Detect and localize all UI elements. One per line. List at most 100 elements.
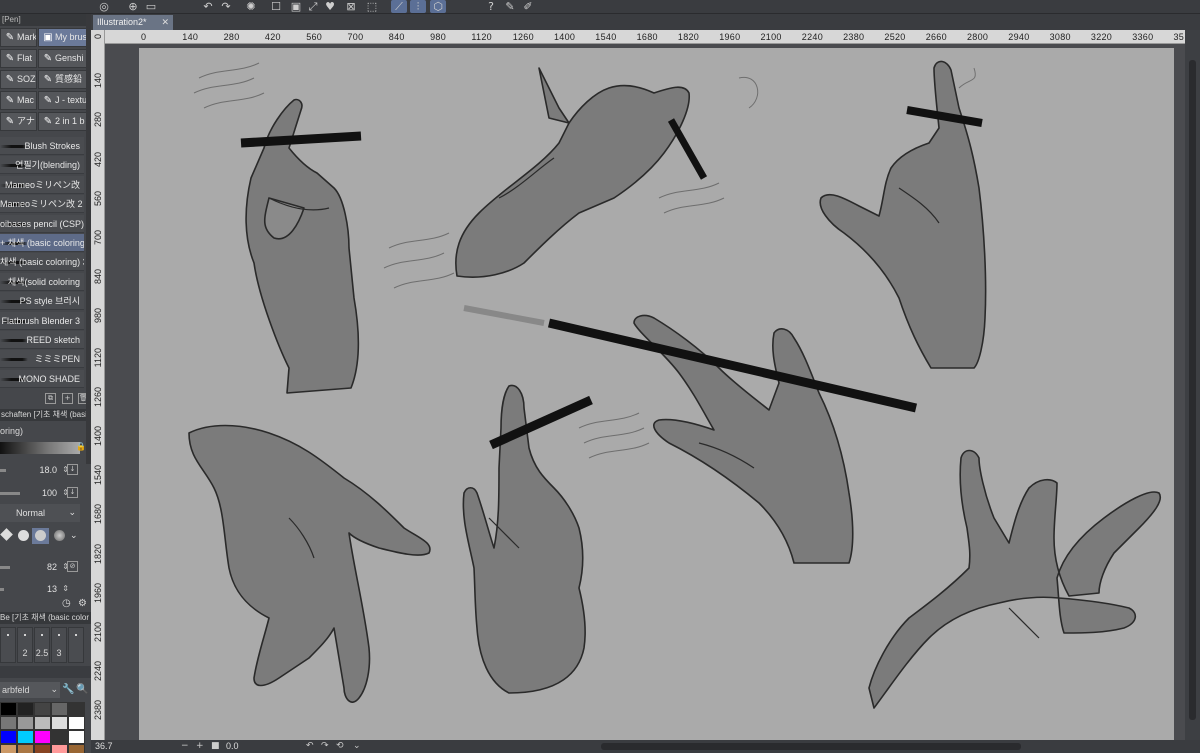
brush-tab[interactable]: ✎ J - textu <box>38 91 89 110</box>
undo-icon[interactable]: ↶ <box>200 0 216 13</box>
brush-size-row[interactable]: 18.0 ⇕ ↓ <box>0 461 91 479</box>
snap-ruler-icon[interactable]: ⟋ <box>391 0 407 13</box>
brush-item[interactable]: ミミミPEN <box>0 350 84 369</box>
color-swatch[interactable] <box>51 716 68 730</box>
opacity-pressure-icon[interactable]: ↓ <box>67 487 78 498</box>
brush-tab[interactable]: ✎Mac Sm <box>0 91 37 110</box>
zoom-value[interactable]: 36.7 <box>95 740 113 753</box>
color-swatch[interactable] <box>17 744 34 753</box>
color-swatch[interactable] <box>68 702 85 716</box>
brush-size-cell[interactable]: 2 <box>17 627 33 663</box>
tip-circle-icon[interactable] <box>18 530 29 541</box>
document-tab[interactable]: Illustration2* ✕ <box>93 15 173 30</box>
brush-tab[interactable]: ✎アナログ <box>0 112 37 131</box>
rotate-right-icon[interactable]: ↷ <box>321 740 329 753</box>
color-swatch[interactable] <box>68 744 85 753</box>
brush-item[interactable]: REED sketch <box>0 331 84 349</box>
add-subtool-icon[interactable]: + <box>62 393 73 404</box>
copy-subtool-icon[interactable]: ⧉ <box>45 393 56 404</box>
heart-icon[interactable]: ♥ <box>322 0 338 13</box>
brush-tab[interactable]: ✎ 質感鉛 <box>38 70 89 89</box>
color-swatch[interactable] <box>17 716 34 730</box>
wrench-icon[interactable]: 🔧 <box>62 684 74 695</box>
tip-blur-icon[interactable] <box>54 530 65 541</box>
color-swatch[interactable] <box>51 744 68 753</box>
vertical-scrollbar[interactable] <box>1185 30 1200 740</box>
lock-icon[interactable]: 🔒 <box>76 442 86 451</box>
brush-size-pressure-icon[interactable]: ↓ <box>67 464 78 475</box>
close-icon[interactable]: ✕ <box>161 15 169 30</box>
eraser-setting-icon[interactable]: ✐ <box>520 0 536 13</box>
brush-item[interactable]: MONO SHADE <box>0 369 84 388</box>
snap-grid-icon[interactable]: ⫶ <box>410 0 426 13</box>
canvas-artboard[interactable] <box>139 48 1174 740</box>
brush-item[interactable]: Blush Strokes <box>0 137 84 155</box>
color-swatch[interactable] <box>68 730 85 744</box>
rotation-angle[interactable]: 0.0 <box>226 740 239 753</box>
scroll-thumb[interactable] <box>1189 60 1196 720</box>
chevron-down-icon[interactable]: ⌄ <box>353 740 361 753</box>
brush-tab[interactable]: ▣ My brus <box>38 28 89 47</box>
chevron-down-icon[interactable]: ⌄ <box>70 527 78 545</box>
select-all-icon[interactable]: ⬚ <box>364 0 380 13</box>
zoom-out-icon[interactable]: − <box>181 740 189 753</box>
brush-tab[interactable]: ✎ Flat <box>0 49 37 68</box>
brush-size-cell[interactable]: 2.5 <box>34 627 50 663</box>
pen-setting-icon[interactable]: ✎ <box>502 0 518 13</box>
fill-icon[interactable]: ▣ <box>288 0 304 13</box>
stabilization-row[interactable]: 13 ⇕ <box>0 580 91 598</box>
brush-tab[interactable]: ✎SOZOM <box>0 70 37 89</box>
color-swatch[interactable] <box>51 702 68 716</box>
brush-item[interactable]: PS style 브러시 <box>0 292 84 311</box>
brush-item[interactable]: Flatbrush Blender 3 <box>0 311 84 330</box>
color-swatch[interactable] <box>0 716 17 730</box>
brush-item[interactable]: Mameoミリペン改 2 <box>0 195 84 214</box>
color-swatch[interactable] <box>51 730 68 744</box>
brush-size-cell[interactable] <box>68 627 84 663</box>
open-icon[interactable]: ▭ <box>143 0 159 13</box>
brush-tab[interactable]: ✎ 2 in 1 b <box>38 112 89 131</box>
snap-special-icon[interactable]: ⬡ <box>430 0 446 13</box>
rotate-left-icon[interactable]: ↶ <box>306 740 314 753</box>
brush-tab[interactable]: ✎Marker <box>0 28 37 47</box>
fit-icon[interactable]: ■ <box>211 740 220 753</box>
color-swatch[interactable] <box>0 730 17 744</box>
brush-item[interactable]: 연필기(blending) <box>0 156 84 175</box>
color-swatch[interactable] <box>0 744 17 753</box>
new-icon[interactable]: ⊕ <box>125 0 141 13</box>
density-setting-icon[interactable]: ⊘ <box>67 561 78 572</box>
redo-icon[interactable]: ↷ <box>218 0 234 13</box>
horizontal-scrollbar[interactable] <box>601 743 1021 750</box>
brush-item[interactable]: oibases pencil (CSP) <box>0 214 84 233</box>
brush-item[interactable]: + 채색 (basic coloring) <box>0 234 84 252</box>
brush-item[interactable]: 채색 (basic coloring) 3 <box>0 253 84 272</box>
opacity-row[interactable]: 100 ⇕ ↓ <box>0 484 91 502</box>
brush-item[interactable]: Mameoミリペン改 <box>0 175 84 194</box>
zoom-in-icon[interactable]: + <box>196 740 204 753</box>
brush-size-cell[interactable]: 3 <box>51 627 67 663</box>
brush-tip-row[interactable]: ⌄ <box>0 527 91 545</box>
help-icon[interactable]: ? <box>483 0 499 13</box>
wrench-icon[interactable]: ⚙ <box>78 598 87 609</box>
select-off-icon[interactable]: ⊠ <box>343 0 359 13</box>
brush-tab[interactable]: ✎ Genshi <box>38 49 89 68</box>
loading-icon[interactable]: ✺ <box>243 0 259 13</box>
tip-shape-icon[interactable] <box>0 528 13 541</box>
color-swatch[interactable] <box>0 702 17 716</box>
reset-rotation-icon[interactable]: ⟲ <box>336 740 344 753</box>
app-icon[interactable]: ◎ <box>96 0 112 13</box>
color-set-select[interactable]: arbfeld ⌄ <box>0 682 60 698</box>
color-swatch[interactable] <box>68 716 85 730</box>
color-swatch[interactable] <box>17 702 34 716</box>
color-swatch[interactable] <box>34 716 51 730</box>
stabilization-spinner-icon[interactable]: ⇕ <box>62 580 69 598</box>
color-swatch[interactable] <box>34 744 51 753</box>
clock-icon[interactable]: ◷ <box>62 598 71 609</box>
color-swatch[interactable] <box>34 702 51 716</box>
transform-icon[interactable]: ⤢ <box>305 0 321 13</box>
color-swatch[interactable] <box>17 730 34 744</box>
brush-size-cell[interactable] <box>0 627 16 663</box>
brush-item[interactable]: 채색(solid coloring <box>0 272 84 291</box>
search-icon[interactable]: 🔍 <box>76 684 88 695</box>
clear-icon[interactable]: ☐ <box>268 0 284 13</box>
